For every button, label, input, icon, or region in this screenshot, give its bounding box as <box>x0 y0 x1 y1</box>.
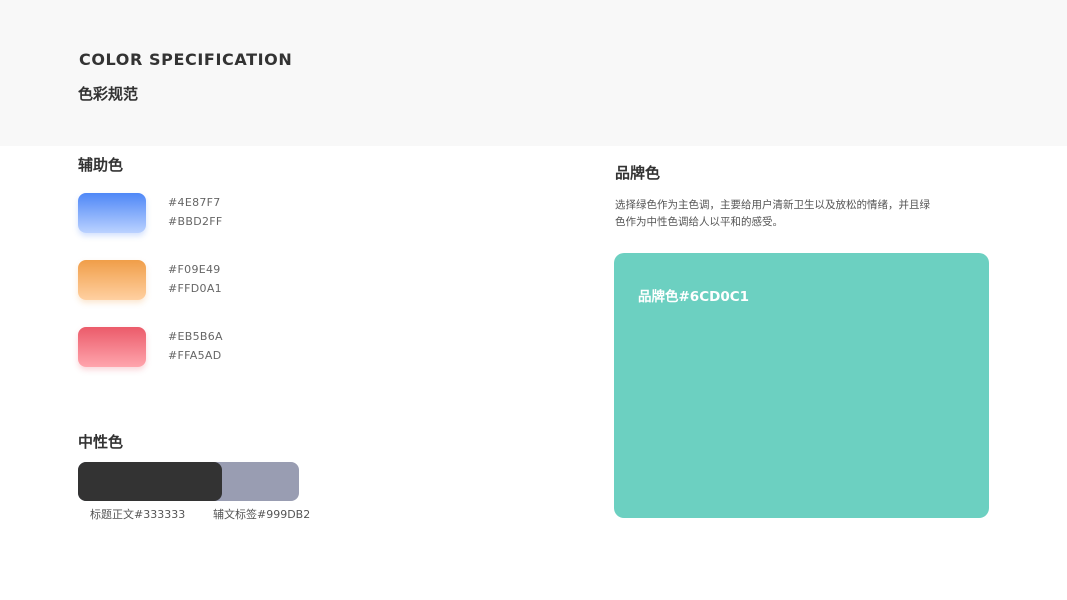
orange-swatch-from-hex: #F09E49 <box>168 263 221 276</box>
page-title: COLOR SPECIFICATION <box>79 50 293 69</box>
red-gradient-swatch <box>78 327 146 367</box>
brand-color-title: 品牌色 <box>615 164 661 182</box>
blue-gradient-swatch <box>78 193 146 233</box>
header-band: COLOR SPECIFICATION 色彩规范 <box>0 0 1067 146</box>
brand-color-card: 品牌色#6CD0C1 <box>614 253 989 518</box>
orange-gradient-swatch <box>78 260 146 300</box>
red-swatch-from-hex: #EB5B6A <box>168 330 223 343</box>
auxiliary-colors-title: 辅助色 <box>78 156 124 174</box>
orange-swatch-to-hex: #FFD0A1 <box>168 282 222 295</box>
red-swatch-to-hex: #FFA5AD <box>168 349 222 362</box>
neutral-primary-swatch <box>78 462 222 501</box>
neutral-secondary-label: 辅文标签#999DB2 <box>213 508 311 521</box>
neutral-primary-label: 标题正文#333333 <box>90 508 186 521</box>
page-subtitle: 色彩规范 <box>78 85 139 103</box>
blue-swatch-from-hex: #4E87F7 <box>168 196 221 209</box>
brand-color-description: 选择绿色作为主色调，主要给用户清新卫生以及放松的情绪，并且绿色作为中性色调给人以… <box>615 199 930 228</box>
blue-swatch-to-hex: #BBD2FF <box>168 215 223 228</box>
neutral-colors-title: 中性色 <box>78 433 124 451</box>
brand-color-card-label: 品牌色#6CD0C1 <box>638 289 750 305</box>
